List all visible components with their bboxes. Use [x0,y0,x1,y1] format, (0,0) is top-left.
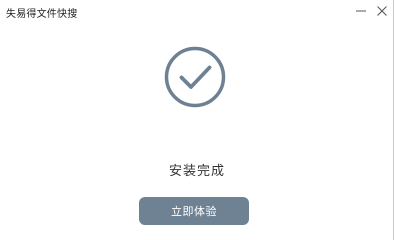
close-button[interactable] [371,0,393,22]
try-now-label: 立即体验 [171,205,217,218]
install-status-text: 安装完成 [168,164,225,179]
try-now-button[interactable]: 立即体验 [139,197,249,225]
minimize-button[interactable] [350,0,372,22]
title-bar: 失易得文件快搜 [0,0,394,26]
close-icon [377,6,387,16]
check-circle-icon [163,45,227,109]
installer-window: 失易得文件快搜 安装完成 立即体验 [0,0,394,240]
window-title: 失易得文件快搜 [6,9,78,20]
minimize-icon [356,10,366,12]
